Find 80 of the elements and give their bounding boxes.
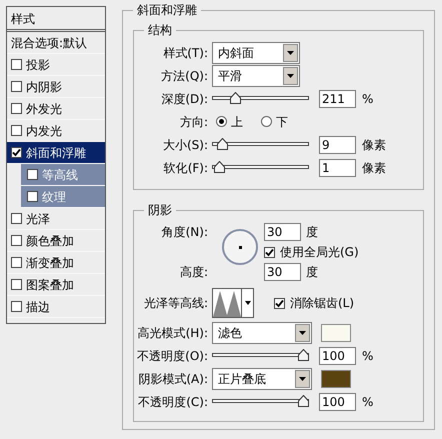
field-label: 大小(S): [162, 136, 208, 154]
slider[interactable] [212, 394, 309, 408]
checkbox[interactable] [11, 235, 22, 246]
list-item[interactable]: 颜色叠加 [26, 232, 74, 250]
slider[interactable] [212, 160, 309, 174]
unit-label: % [362, 90, 374, 108]
slider-thumb[interactable] [298, 348, 309, 360]
list-item[interactable]: 投影 [26, 56, 50, 74]
input-field[interactable]: 30 [264, 263, 301, 281]
color-swatch[interactable] [321, 370, 351, 388]
checkbox[interactable] [27, 191, 38, 202]
checkbox[interactable] [274, 298, 285, 308]
slider[interactable] [212, 348, 309, 362]
dropdown[interactable]: 正片叠底 [212, 368, 312, 390]
checkbox[interactable] [11, 59, 22, 70]
field-label: 样式(T): [162, 44, 208, 62]
checkbox[interactable] [11, 279, 22, 290]
list-item[interactable]: 描边 [26, 298, 50, 316]
checkbox-label: 使用全局光(G) [280, 244, 359, 261]
field-label: 光泽等高线: [142, 295, 208, 312]
checkbox[interactable] [27, 169, 38, 180]
caret-icon [244, 301, 250, 305]
slider-thumb[interactable] [217, 138, 228, 150]
field-label: 深度(D): [160, 90, 208, 108]
list-item[interactable]: 外发光 [26, 100, 62, 118]
slider-thumb[interactable] [230, 92, 242, 104]
field-label: 不透明度(C): [137, 394, 208, 410]
checkbox[interactable] [11, 301, 22, 312]
radio-label: 上 [231, 114, 243, 130]
unit-label: 像素 [362, 160, 386, 176]
field-label: 高度: [180, 264, 208, 281]
checkbox[interactable] [11, 125, 22, 136]
input-field[interactable]: 9 [319, 136, 356, 154]
unit-label: 像素 [362, 136, 386, 154]
checkbox[interactable] [11, 81, 22, 92]
slider-thumb[interactable] [214, 160, 225, 172]
list-item[interactable]: 内发光 [26, 122, 62, 140]
field-label: 角度(N): [162, 224, 208, 241]
radio-button[interactable] [261, 116, 272, 127]
dropdown[interactable]: 滤色 [212, 322, 312, 344]
field-label: 软化(F): [162, 160, 208, 176]
section-title: 斜面和浮雕 [133, 2, 201, 18]
list-item[interactable]: 混合选项:默认 [7, 32, 105, 54]
checkbox[interactable] [264, 246, 275, 258]
dropdown[interactable]: 内斜面 [212, 42, 300, 64]
unit-label: 度 [306, 224, 318, 241]
unit-label: % [362, 394, 374, 410]
input-field[interactable]: 100 [319, 346, 356, 364]
dropdown[interactable]: 平滑 [212, 64, 300, 86]
contour-picker[interactable] [212, 288, 254, 318]
field-label: 方法(Q): [160, 68, 208, 84]
color-swatch[interactable] [321, 324, 351, 342]
checkbox-label: 消除锯齿(L) [290, 295, 354, 312]
slider-thumb[interactable] [298, 394, 309, 406]
checkbox[interactable] [11, 103, 22, 114]
angle-dial[interactable] [222, 229, 258, 265]
section-title: 结构 [144, 22, 176, 38]
field-label: 方向: [178, 114, 208, 130]
list-item[interactable]: 图案叠加 [26, 276, 74, 294]
checkbox[interactable] [11, 147, 22, 158]
list-item[interactable]: 渐变叠加 [26, 254, 74, 272]
input-field[interactable]: 211 [319, 90, 356, 108]
field-label: 阴影模式(A): [137, 370, 208, 388]
section-title: 阴影 [144, 202, 176, 218]
slider[interactable] [212, 92, 309, 106]
panel-title: 样式 [7, 7, 105, 32]
list-item[interactable]: 内阴影 [26, 78, 62, 96]
checkbox[interactable] [11, 257, 22, 268]
field-label: 高光模式(H): [136, 324, 208, 342]
input-field[interactable]: 30 [264, 223, 301, 241]
radio-label: 下 [276, 114, 288, 130]
unit-label: % [362, 348, 374, 364]
slider[interactable] [212, 138, 309, 152]
radio-button[interactable] [216, 116, 227, 127]
checkbox[interactable] [11, 213, 22, 224]
unit-label: 度 [306, 264, 318, 281]
input-field[interactable]: 1 [319, 158, 356, 176]
input-field[interactable]: 100 [319, 392, 356, 410]
field-label: 不透明度(O): [136, 348, 208, 364]
list-item[interactable]: 光泽 [26, 210, 50, 228]
